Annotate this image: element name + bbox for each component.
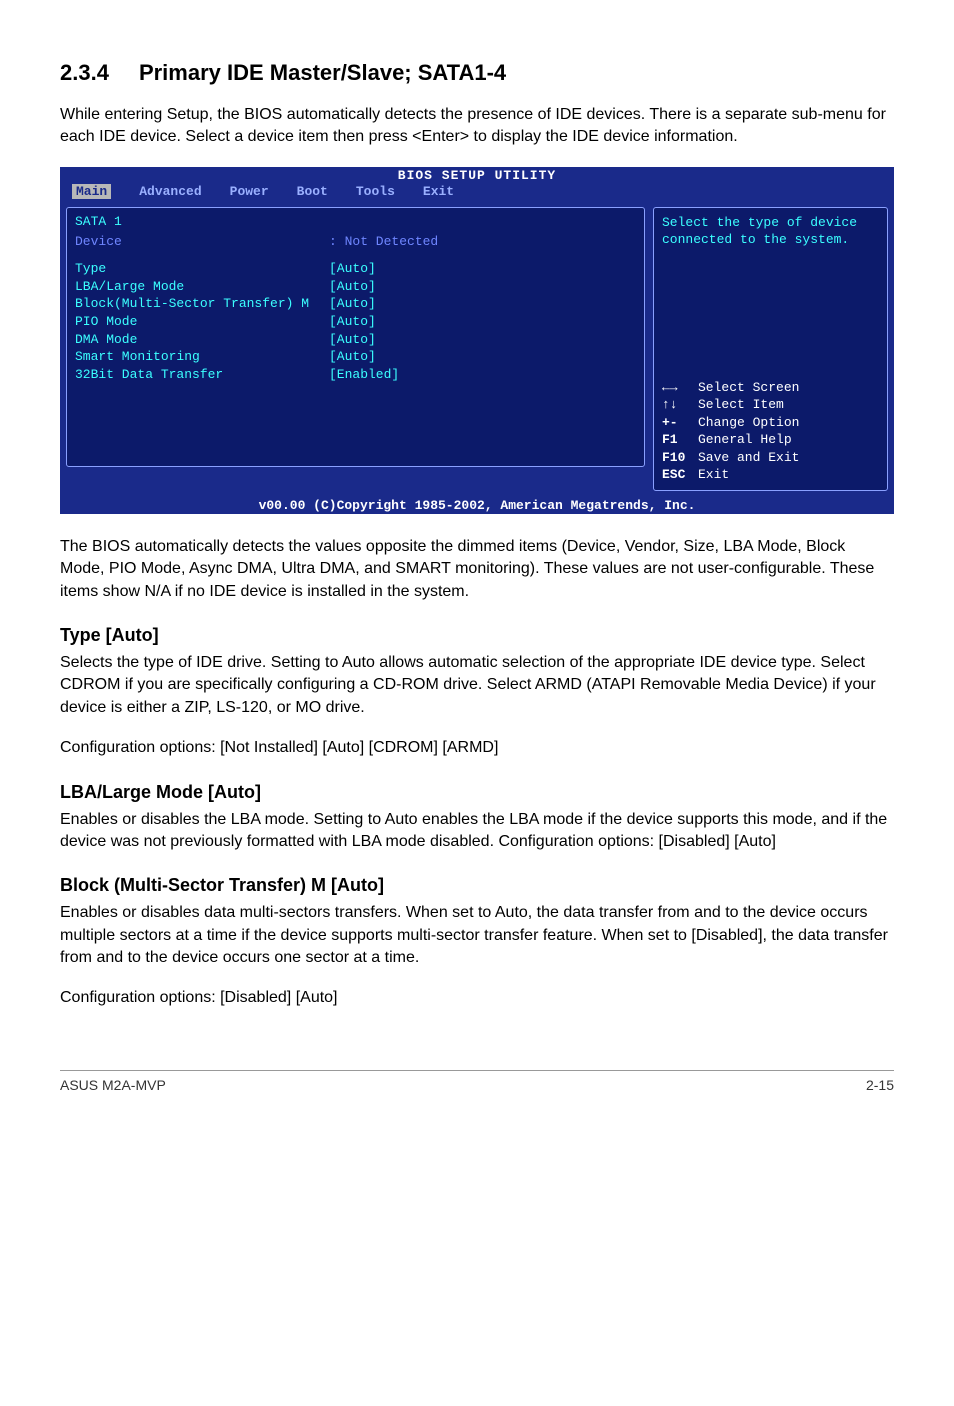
lba-body: Enables or disables the LBA mode. Settin… [60,809,894,854]
bios-field-value: [Auto] [329,278,376,296]
bios-help-desc: Select Item [698,396,784,414]
bios-field-block[interactable]: Block(Multi-Sector Transfer) M [Auto] [75,295,636,313]
bios-field-label: 32Bit Data Transfer [75,366,325,384]
bios-field-label: PIO Mode [75,313,325,331]
bios-help-desc: Change Option [698,414,799,432]
bios-field-label: Type [75,260,325,278]
bios-device-row: Device : Not Detected [75,233,636,251]
bios-menu-bar: Main Advanced Power Boot Tools Exit [60,184,894,201]
section-title-text: Primary IDE Master/Slave; SATA1-4 [139,60,506,85]
bios-field-dma[interactable]: DMA Mode [Auto] [75,331,636,349]
bios-footer-bar: v00.00 (C)Copyright 1985-2002, American … [60,497,894,514]
intro-paragraph: While entering Setup, the BIOS automatic… [60,104,894,149]
bios-field-label: Smart Monitoring [75,348,325,366]
bios-help-key: ESC [662,466,690,484]
bios-help-key-row: ←→ Select Screen [662,379,879,397]
bios-help-key: F1 [662,431,690,449]
bios-field-type[interactable]: Type [Auto] [75,260,636,278]
footer-left: ASUS M2A-MVP [60,1077,166,1093]
bios-field-value: [Auto] [329,331,376,349]
bios-menu-advanced[interactable]: Advanced [139,184,201,199]
section-number: 2.3.4 [60,60,109,86]
bios-help-key-row: F1 General Help [662,431,879,449]
bios-field-label: LBA/Large Mode [75,278,325,296]
bios-field-value: [Enabled] [329,366,399,384]
page-footer: ASUS M2A-MVP 2-15 [60,1070,894,1093]
bios-field-value: [Auto] [329,260,376,278]
footer-right: 2-15 [866,1077,894,1093]
type-body: Selects the type of IDE drive. Setting t… [60,652,894,719]
bios-help-desc: Exit [698,466,729,484]
bios-help-key-row: ESC Exit [662,466,879,484]
block-body: Enables or disables data multi-sectors t… [60,902,894,969]
bios-field-pio[interactable]: PIO Mode [Auto] [75,313,636,331]
bios-help-key: F10 [662,449,690,467]
bios-help-desc: Save and Exit [698,449,799,467]
bios-menu-boot[interactable]: Boot [297,184,328,199]
bios-title-bar: BIOS SETUP UTILITY [60,167,894,184]
bios-screenshot: BIOS SETUP UTILITY Main Advanced Power B… [60,167,894,514]
block-options: Configuration options: [Disabled] [Auto] [60,987,894,1009]
bios-help-key-row: ↑↓ Select Item [662,396,879,414]
bios-field-value: [Auto] [329,313,376,331]
bios-help-text: Select the type of device connected to t… [662,214,879,249]
bios-help-key: +- [662,414,690,432]
bios-menu-tools[interactable]: Tools [356,184,395,199]
bios-menu-main[interactable]: Main [72,184,111,199]
bios-help-key-row: F10 Save and Exit [662,449,879,467]
bios-help-desc: General Help [698,431,792,449]
bios-field-smart[interactable]: Smart Monitoring [Auto] [75,348,636,366]
bios-help-keys: ←→ Select Screen ↑↓ Select Item +- Chang… [662,379,879,484]
bios-right-panel: Select the type of device connected to t… [653,207,888,491]
type-heading: Type [Auto] [60,625,894,646]
bios-field-lba[interactable]: LBA/Large Mode [Auto] [75,278,636,296]
bios-help-key: ↑↓ [662,396,690,414]
bios-field-value: [Auto] [329,295,376,313]
bios-field-label: Block(Multi-Sector Transfer) M [75,295,325,313]
bios-left-panel: SATA 1 Device : Not Detected Type [Auto]… [66,207,645,467]
lba-heading: LBA/Large Mode [Auto] [60,782,894,803]
bios-field-32bit[interactable]: 32Bit Data Transfer [Enabled] [75,366,636,384]
bios-help-key: ←→ [662,379,690,397]
bios-device-label: Device [75,233,325,251]
section-heading: 2.3.4 Primary IDE Master/Slave; SATA1-4 [60,60,894,86]
block-heading: Block (Multi-Sector Transfer) M [Auto] [60,875,894,896]
type-options: Configuration options: [Not Installed] [… [60,737,894,759]
bios-menu-power[interactable]: Power [230,184,269,199]
bios-field-label: DMA Mode [75,331,325,349]
bios-help-desc: Select Screen [698,379,799,397]
bios-device-value: : Not Detected [329,233,438,251]
bios-menu-exit[interactable]: Exit [423,184,454,199]
bios-field-value: [Auto] [329,348,376,366]
after-bios-paragraph: The BIOS automatically detects the value… [60,536,894,603]
bios-help-key-row: +- Change Option [662,414,879,432]
bios-panel-title: SATA 1 [75,214,636,233]
